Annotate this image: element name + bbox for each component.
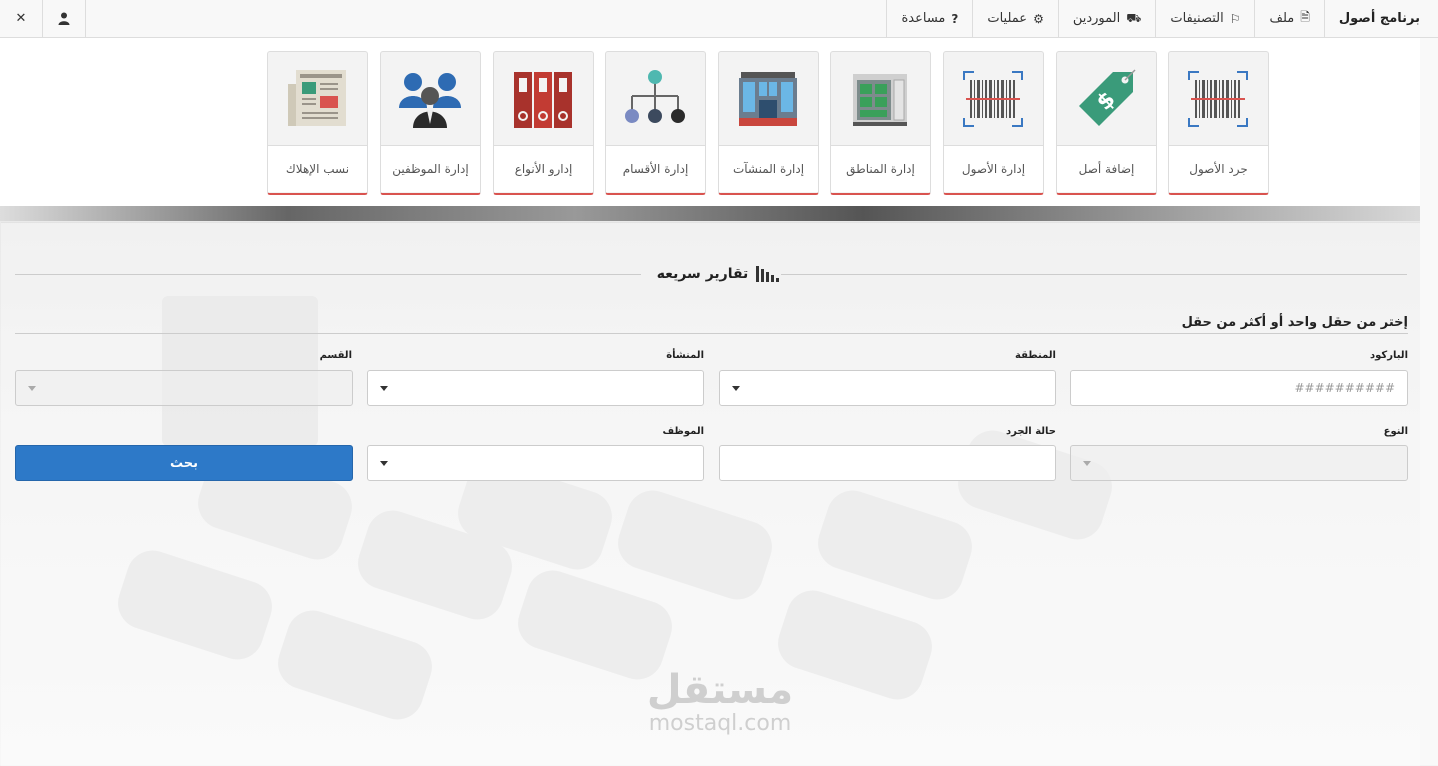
tile-label: إدارة المنشآت (719, 145, 818, 192)
close-icon: ✕ (15, 11, 27, 26)
user-button[interactable] (43, 0, 86, 37)
menu-file-label: ملف (1269, 11, 1295, 26)
inventory-status-label: حالة الجرد (1005, 426, 1056, 437)
building-interior-icon (853, 74, 907, 126)
divider (781, 274, 1407, 275)
top-navbar: برنامج أصول 🗎 ملف ⚐ التصنيفات ⛟ الموردين… (0, 0, 1438, 38)
divider (15, 333, 1408, 334)
barcode-icon (1188, 71, 1248, 127)
tile-label: إدارة الموظفين (381, 145, 480, 192)
menu-operations-label: عمليات (987, 11, 1028, 26)
app-brand[interactable]: برنامج أصول (1323, 0, 1438, 37)
chevron-down-icon (380, 461, 388, 466)
employee-label: الموظف (662, 426, 704, 437)
menu-help[interactable]: ? مساعدة (886, 0, 972, 37)
binders-icon (514, 72, 572, 128)
tile-label: إدارو الأنواع (494, 145, 593, 192)
tile-label: إضافة أصل (1057, 145, 1156, 192)
signal-bars-icon (756, 266, 780, 282)
facility-label: المنشأة (666, 350, 704, 361)
inventory-status-field[interactable] (719, 445, 1056, 481)
barcode-input[interactable] (1071, 371, 1407, 405)
menu-categories-label: التصنيفات (1170, 11, 1224, 26)
employee-select[interactable] (367, 445, 704, 481)
chevron-down-icon (732, 386, 740, 391)
type-select[interactable] (1070, 445, 1408, 481)
tile-asset-inventory[interactable]: جرد الأصول (1168, 51, 1269, 195)
price-tag-icon: $ (1079, 69, 1136, 126)
tile-label: إدارة المناطق (831, 145, 930, 192)
tile-depreciation-rates[interactable]: نسب الإهلاك (267, 51, 368, 195)
tile-manage-departments[interactable]: إدارة الأقسام (605, 51, 706, 195)
close-button[interactable]: ✕ (0, 0, 43, 37)
user-icon (58, 12, 70, 25)
department-label: القسم (319, 350, 352, 361)
watermark-arabic: مستقل (646, 667, 794, 713)
tile-manage-assets[interactable]: إدارة الأصول (943, 51, 1044, 195)
inventory-status-input[interactable] (720, 446, 1055, 480)
tile-manage-types[interactable]: إدارو الأنواع (493, 51, 594, 195)
file-icon: 🗎 (1300, 10, 1310, 24)
chevron-down-icon (28, 386, 36, 391)
tile-label: إدارة الأقسام (606, 145, 705, 192)
section-title-text: تقارير سريعه (656, 266, 749, 282)
facility-select[interactable] (367, 370, 704, 406)
divider (15, 274, 641, 275)
barcode-label: الباركود (1370, 350, 1408, 361)
building-icon (739, 72, 797, 126)
gears-icon: ⚙ (1033, 11, 1044, 26)
watermark: مستقل mostaql.com (620, 668, 820, 736)
tile-label: نسب الإهلاك (268, 145, 367, 192)
chevron-down-icon (380, 386, 388, 391)
menu-suppliers[interactable]: ⛟ الموردين (1057, 0, 1156, 37)
watermark-latin: mostaql.com (648, 711, 792, 736)
truck-icon: ⛟ (1126, 10, 1142, 25)
barcode-scan-icon (963, 71, 1023, 127)
menu-categories[interactable]: ⚐ التصنيفات (1155, 0, 1254, 37)
section-title: تقارير سريعه (653, 263, 783, 285)
type-label: النوع (1383, 426, 1408, 437)
instruction-text: إختر من حقل واحد أو أكثر من حقل (1181, 315, 1408, 330)
page-scrollbar[interactable] (1420, 38, 1438, 765)
department-select[interactable] (15, 370, 353, 406)
shortcut-tiles-panel: جرد الأصول $ إضافة أصل إدارة الأصول إدار… (0, 38, 1420, 206)
tile-label: إدارة الأصول (944, 145, 1043, 192)
tile-manage-facilities[interactable]: إدارة المنشآت (718, 51, 819, 195)
menu-file[interactable]: 🗎 ملف (1254, 0, 1323, 37)
question-icon: ? (951, 11, 959, 26)
employees-icon (399, 73, 461, 128)
hierarchy-icon (625, 70, 685, 123)
tile-label: جرد الأصول (1169, 145, 1268, 192)
barcode-field[interactable] (1070, 370, 1408, 406)
menu-operations[interactable]: ⚙ عمليات (972, 0, 1057, 37)
tile-add-asset[interactable]: $ إضافة أصل (1056, 51, 1157, 195)
region-select[interactable] (719, 370, 1056, 406)
chevron-down-icon (1083, 461, 1091, 466)
tile-manage-employees[interactable]: إدارة الموظفين (380, 51, 481, 195)
menu-help-label: مساعدة (901, 11, 946, 26)
menu-suppliers-label: الموردين (1072, 11, 1121, 26)
tile-manage-regions[interactable]: إدارة المناطق (830, 51, 931, 195)
newspaper-icon (288, 70, 346, 126)
search-button[interactable]: بحث (15, 445, 353, 481)
region-label: المنطقة (1015, 350, 1056, 361)
tags-icon: ⚐ (1229, 11, 1241, 26)
